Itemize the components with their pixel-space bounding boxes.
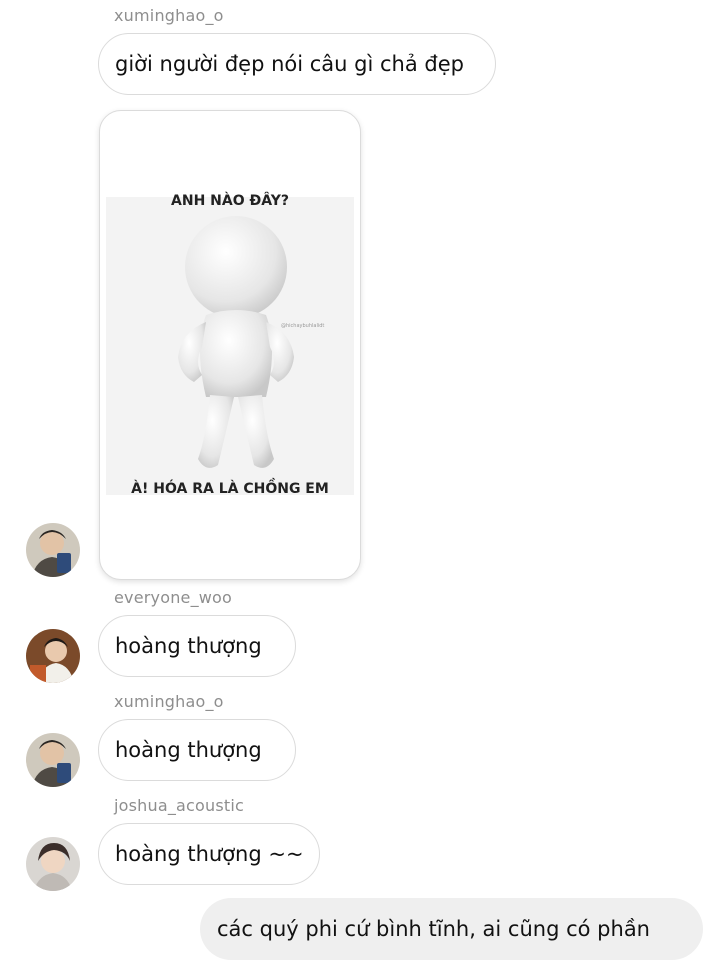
message-text: các quý phi cứ bình tĩnh, ai cũng có phầ… — [217, 917, 650, 941]
avatar[interactable] — [26, 523, 80, 577]
message-text: hoàng thượng — [115, 634, 262, 658]
meme-top-caption: ANH NÀO ĐÂY? — [171, 193, 289, 209]
meme-bottom-caption: À! HÓA RA LÀ CHỒNG EM — [131, 481, 329, 497]
meme-watermark: @hichaybuhlalidt — [281, 323, 325, 329]
message-bubble[interactable]: hoàng thượng — [98, 719, 296, 781]
message-bubble[interactable]: hoàng thượng ~~ — [98, 823, 320, 885]
avatar[interactable] — [26, 837, 80, 891]
meme-image — [106, 197, 354, 495]
white-figure-illustration — [178, 216, 294, 468]
avatar[interactable] — [26, 733, 80, 787]
message-text: hoàng thượng ~~ — [115, 842, 304, 866]
sender-username[interactable]: xuminghao_o — [114, 692, 224, 711]
message-bubble[interactable]: hoàng thượng — [98, 615, 296, 677]
message-bubble[interactable]: giời người đẹp nói câu gì chả đẹp — [98, 33, 496, 95]
image-message[interactable]: ANH NÀO ĐÂY? À! HÓA RA LÀ CHỒNG EM @hich… — [99, 110, 361, 580]
message-text: hoàng thượng — [115, 738, 262, 762]
avatar[interactable] — [26, 629, 80, 683]
outgoing-message-bubble[interactable]: các quý phi cứ bình tĩnh, ai cũng có phầ… — [200, 898, 703, 960]
sender-username[interactable]: everyone_woo — [114, 588, 232, 607]
message-text: giời người đẹp nói câu gì chả đẹp — [115, 52, 464, 76]
sender-username[interactable]: xuminghao_o — [114, 6, 224, 25]
sender-username[interactable]: joshua_acoustic — [114, 796, 244, 815]
